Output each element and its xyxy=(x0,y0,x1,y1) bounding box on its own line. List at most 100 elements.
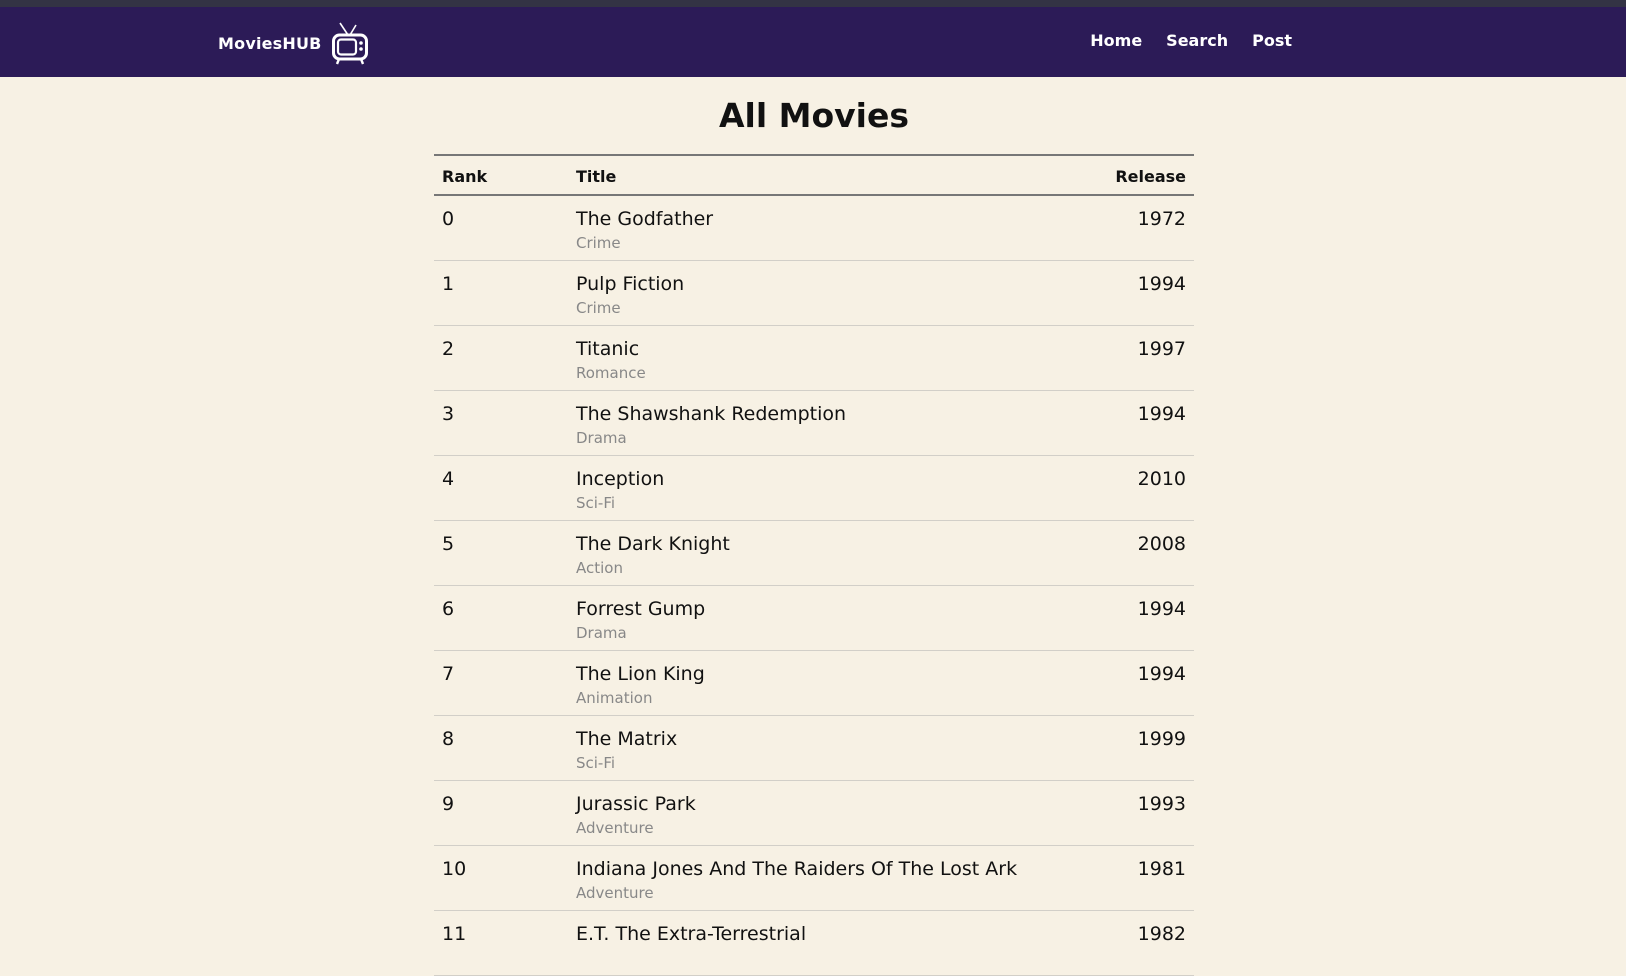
table-row[interactable]: 1 Pulp Fiction Crime 1994 xyxy=(434,260,1194,326)
movie-title: The Lion King xyxy=(576,663,705,685)
movie-title: Jurassic Park xyxy=(576,793,696,815)
movie-genre: Drama xyxy=(576,624,627,642)
rank-value: 2 xyxy=(442,338,455,360)
title-cell: E.T. The Extra-Terrestrial xyxy=(568,910,1058,976)
table-row[interactable]: 3 The Shawshank Redemption Drama 1994 xyxy=(434,390,1194,456)
rank-cell: 7 xyxy=(434,650,568,716)
release-year: 1994 xyxy=(1137,403,1186,425)
nav-home-link[interactable]: Home xyxy=(1090,31,1142,50)
release-year: 1982 xyxy=(1137,923,1186,945)
rank-column-header: Rank xyxy=(434,155,568,196)
release-year: 1994 xyxy=(1137,273,1186,295)
movie-genre: Sci-Fi xyxy=(576,754,616,772)
table-row[interactable]: 7 The Lion King Animation 1994 xyxy=(434,650,1194,716)
nav-post-link[interactable]: Post xyxy=(1252,31,1292,50)
movie-genre: Action xyxy=(576,559,623,577)
release-year: 1994 xyxy=(1137,663,1186,685)
table-row[interactable]: 2 Titanic Romance 1997 xyxy=(434,325,1194,391)
rank-cell: 5 xyxy=(434,520,568,586)
release-column-header: Release xyxy=(1058,155,1194,196)
table-row[interactable]: 10 Indiana Jones And The Raiders Of The L… xyxy=(434,845,1194,911)
movie-title: The Matrix xyxy=(576,728,678,750)
tv-icon xyxy=(331,22,368,65)
release-year: 1994 xyxy=(1137,598,1186,620)
rank-value: 3 xyxy=(442,403,455,425)
release-cell: 1994 xyxy=(1058,650,1194,716)
nav-links: Home Search Post xyxy=(1090,31,1292,50)
table-row[interactable]: 6 Forrest Gump Drama 1994 xyxy=(434,585,1194,651)
rank-cell: 8 xyxy=(434,715,568,781)
title-cell: The Lion King Animation xyxy=(568,650,1058,716)
rank-cell: 4 xyxy=(434,455,568,521)
movie-title: The Shawshank Redemption xyxy=(576,403,847,425)
title-cell: The Dark Knight Action xyxy=(568,520,1058,586)
title-cell: The Godfather Crime xyxy=(568,195,1058,261)
rank-value: 8 xyxy=(442,728,455,750)
rank-value: 10 xyxy=(442,858,467,880)
page-title: All Movies xyxy=(718,96,909,135)
title-cell: Titanic Romance xyxy=(568,325,1058,391)
movie-genre: Romance xyxy=(576,364,646,382)
title-cell: Indiana Jones And The Raiders Of The Los… xyxy=(568,845,1058,911)
title-cell: Pulp Fiction Crime xyxy=(568,260,1058,326)
table-row[interactable]: 5 The Dark Knight Action 2008 xyxy=(434,520,1194,586)
release-cell: 1994 xyxy=(1058,390,1194,456)
table-header-row: Rank Title Release xyxy=(434,155,1194,196)
release-cell: 2008 xyxy=(1058,520,1194,586)
movie-title: Pulp Fiction xyxy=(576,273,685,295)
rank-cell: 3 xyxy=(434,390,568,456)
release-cell: 1999 xyxy=(1058,715,1194,781)
title-cell: The Shawshank Redemption Drama xyxy=(568,390,1058,456)
nav-search-link[interactable]: Search xyxy=(1166,31,1228,50)
release-year: 1993 xyxy=(1137,793,1186,815)
title-cell: Jurassic Park Adventure xyxy=(568,780,1058,846)
table-row[interactable]: 0 The Godfather Crime 1972 xyxy=(434,195,1194,261)
window-top-strip xyxy=(0,0,1626,7)
rank-cell: 0 xyxy=(434,195,568,261)
release-year: 1981 xyxy=(1137,858,1186,880)
rank-cell: 10 xyxy=(434,845,568,911)
movie-title: The Godfather xyxy=(576,208,714,230)
table-row[interactable]: 9 Jurassic Park Adventure 1993 xyxy=(434,780,1194,846)
movie-genre: Crime xyxy=(576,234,621,252)
movie-title: Titanic xyxy=(576,338,640,360)
release-year: 2010 xyxy=(1137,468,1186,490)
table-body: 0 The Godfather Crime 1972 1 Pulp Fiction Crim… xyxy=(434,195,1194,976)
release-year: 1997 xyxy=(1137,338,1186,360)
movie-title: Forrest Gump xyxy=(576,598,706,620)
release-cell: 2010 xyxy=(1058,455,1194,521)
release-year: 1972 xyxy=(1137,208,1186,230)
rank-cell: 9 xyxy=(434,780,568,846)
brand-logo-link[interactable]: MoviesHUB xyxy=(218,21,368,65)
release-cell: 1993 xyxy=(1058,780,1194,846)
movie-genre: Crime xyxy=(576,299,621,317)
rank-value: 11 xyxy=(442,923,467,945)
movie-genre: Animation xyxy=(576,689,653,707)
movie-genre: Drama xyxy=(576,429,627,447)
main-content: All Movies Rank Title Release 0 The Godfa… xyxy=(434,96,1194,976)
release-cell: 1982 xyxy=(1058,910,1194,976)
rank-value: 9 xyxy=(442,793,455,815)
release-cell: 1997 xyxy=(1058,325,1194,391)
release-year: 1999 xyxy=(1137,728,1186,750)
title-column-header: Title xyxy=(568,155,1058,196)
rank-value: 4 xyxy=(442,468,455,490)
title-cell: The Matrix Sci-Fi xyxy=(568,715,1058,781)
brand-name: MoviesHUB xyxy=(218,33,322,53)
movie-genre: Adventure xyxy=(576,819,654,837)
rank-cell: 2 xyxy=(434,325,568,391)
movie-genre: Adventure xyxy=(576,884,654,902)
release-cell: 1994 xyxy=(1058,585,1194,651)
table-row[interactable]: 4 Inception Sci-Fi 2010 xyxy=(434,455,1194,521)
title-cell: Inception Sci-Fi xyxy=(568,455,1058,521)
rank-cell: 1 xyxy=(434,260,568,326)
movie-genre: Sci-Fi xyxy=(576,494,616,512)
release-cell: 1981 xyxy=(1058,845,1194,911)
rank-value: 0 xyxy=(442,208,455,230)
rank-value: 1 xyxy=(442,273,455,295)
movie-title: E.T. The Extra-Terrestrial xyxy=(576,923,807,945)
table-row[interactable]: 11 E.T. The Extra-Terrestrial 1982 xyxy=(434,910,1194,976)
rank-value: 6 xyxy=(442,598,455,620)
release-cell: 1994 xyxy=(1058,260,1194,326)
table-row[interactable]: 8 The Matrix Sci-Fi 1999 xyxy=(434,715,1194,781)
